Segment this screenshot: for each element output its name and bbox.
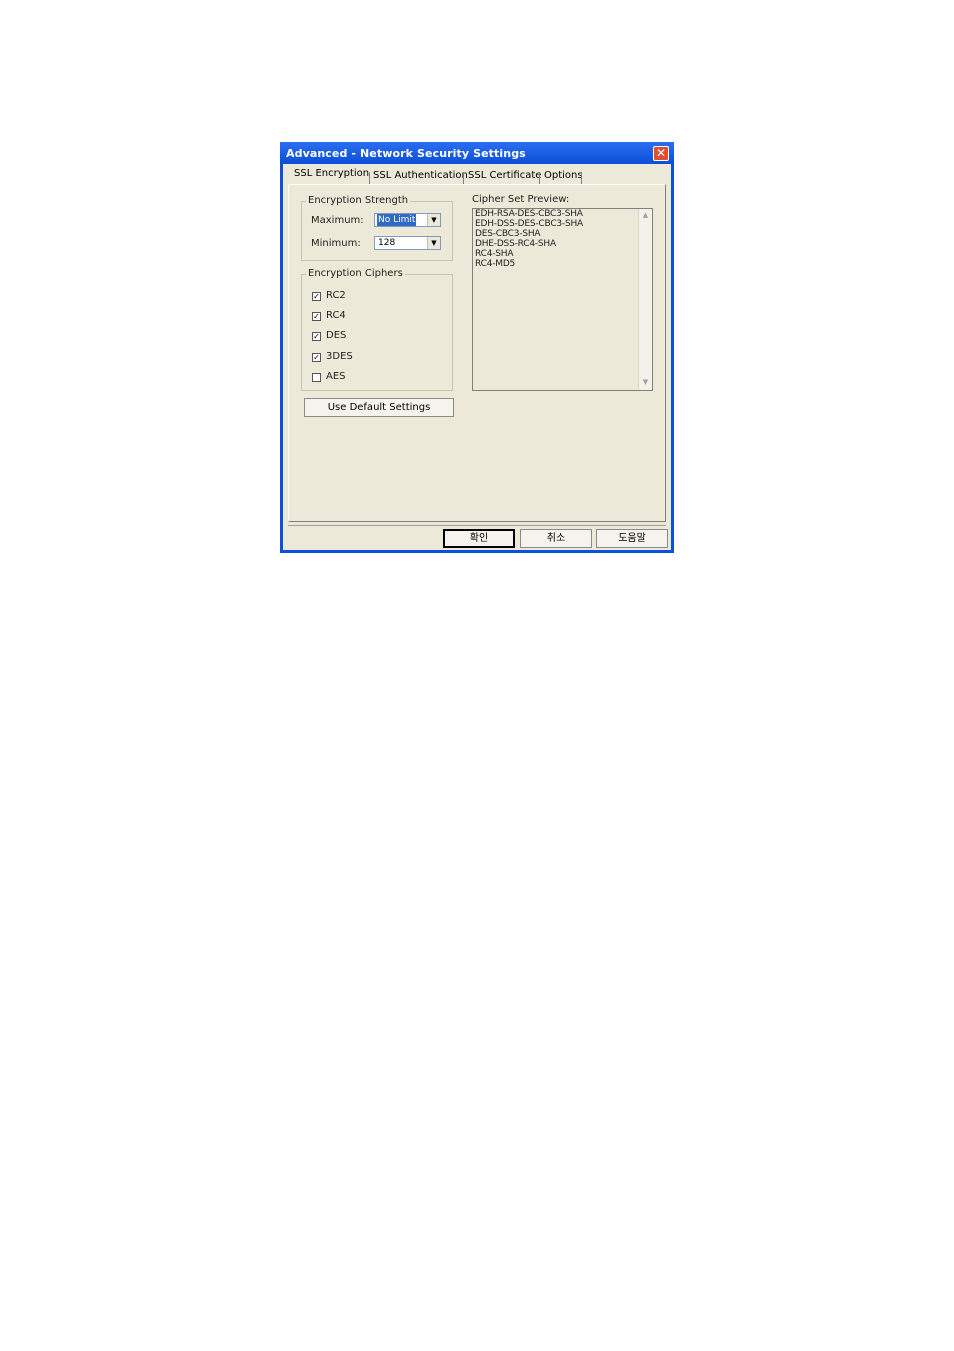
maximum-select[interactable]: No Limit ▼	[374, 213, 441, 227]
close-button[interactable]: ✕	[653, 146, 669, 161]
dialog-window: Advanced - Network Security Settings ✕ S…	[280, 142, 674, 553]
list-item: DHE-DSS-RC4-SHA	[475, 239, 556, 249]
cipher-set-preview-label: Cipher Set Preview:	[472, 194, 570, 205]
tab-ssl-encryption[interactable]: SSL Encryption	[294, 168, 369, 184]
checkbox-label-3des: 3DES	[326, 351, 353, 362]
vertical-scrollbar[interactable]: ▲ ▼	[638, 209, 652, 390]
scroll-down-icon[interactable]: ▼	[640, 377, 651, 388]
checkbox-rc2[interactable]: ✓	[312, 292, 321, 301]
minimum-select[interactable]: 128 ▼	[374, 236, 441, 250]
maximum-label: Maximum:	[311, 215, 364, 226]
encryption-ciphers-group: Encryption Ciphers ✓ RC2 ✓ RC4 ✓ DES ✓ 3…	[301, 268, 453, 391]
check-icon: ✓	[313, 312, 320, 321]
checkbox-aes[interactable]	[312, 373, 321, 382]
maximum-value: No Limit	[377, 214, 417, 226]
checkbox-des[interactable]: ✓	[312, 332, 321, 341]
close-icon: ✕	[655, 146, 667, 160]
dialog-client: SSL Encryption SSL Authentication SSL Ce…	[283, 164, 671, 550]
checkbox-label-rc2: RC2	[326, 290, 346, 301]
list-item: RC4-MD5	[475, 259, 516, 269]
checkbox-3des[interactable]: ✓	[312, 353, 321, 362]
checkbox-label-des: DES	[326, 330, 347, 341]
check-icon: ✓	[313, 353, 320, 362]
help-button[interactable]: 도움말	[596, 529, 668, 548]
window-title: Advanced - Network Security Settings	[286, 147, 526, 160]
list-item: EDH-RSA-DES-CBC3-SHA	[475, 209, 583, 219]
encryption-strength-legend: Encryption Strength	[306, 195, 411, 206]
cipher-set-preview-list[interactable]: EDH-RSA-DES-CBC3-SHA EDH-DSS-DES-CBC3-SH…	[472, 208, 653, 391]
minimum-label: Minimum:	[311, 238, 361, 249]
chevron-down-icon[interactable]: ▼	[427, 214, 440, 226]
checkbox-label-rc4: RC4	[326, 310, 346, 321]
list-item: DES-CBC3-SHA	[475, 229, 541, 239]
list-item: EDH-DSS-DES-CBC3-SHA	[475, 219, 584, 229]
divider	[288, 525, 666, 526]
encryption-strength-group: Encryption Strength Maximum: No Limit ▼ …	[301, 195, 453, 261]
chevron-down-icon[interactable]: ▼	[427, 237, 440, 249]
ok-button[interactable]: 확인	[443, 529, 515, 548]
title-bar[interactable]: Advanced - Network Security Settings ✕	[280, 142, 674, 164]
tab-panel-ssl-encryption: Encryption Strength Maximum: No Limit ▼ …	[288, 184, 666, 522]
check-icon: ✓	[313, 332, 320, 341]
check-icon: ✓	[313, 292, 320, 301]
checkbox-rc4[interactable]: ✓	[312, 312, 321, 321]
cancel-button[interactable]: 취소	[520, 529, 592, 548]
encryption-ciphers-legend: Encryption Ciphers	[306, 268, 405, 279]
scroll-up-icon[interactable]: ▲	[640, 210, 651, 221]
minimum-value: 128	[378, 238, 396, 248]
checkbox-label-aes: AES	[326, 371, 346, 382]
use-default-settings-button[interactable]: Use Default Settings	[304, 398, 454, 417]
list-item: RC4-SHA	[475, 249, 514, 259]
